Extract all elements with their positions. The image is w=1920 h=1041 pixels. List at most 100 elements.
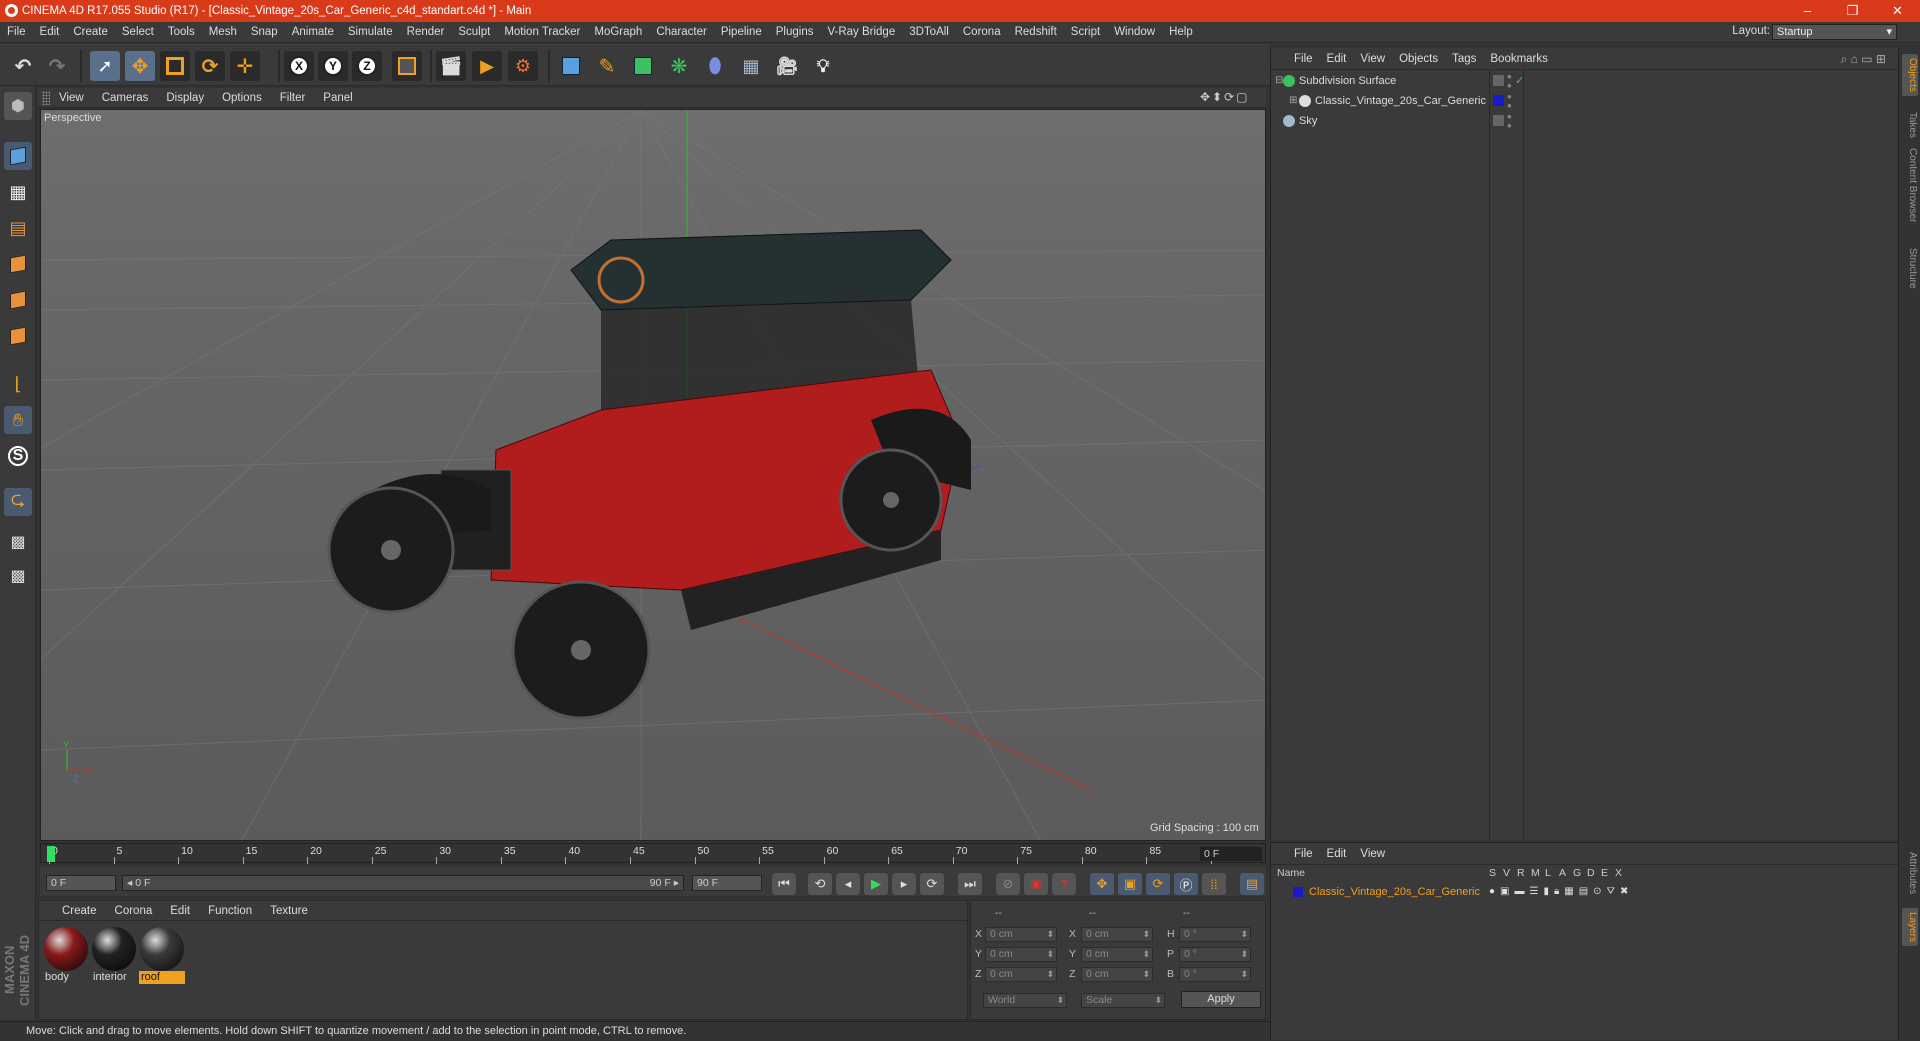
perspective-viewport[interactable]: Y XZ [40,109,1266,841]
material-menu-create[interactable]: Create [53,905,106,917]
frame-range-slider[interactable]: ◂ 0 F 90 F ▸ [122,875,684,891]
object-menu-objects[interactable]: Objects [1392,53,1445,65]
menu-redshift[interactable]: Redshift [1008,26,1064,38]
live-selection-icon[interactable]: ➚ [90,51,120,81]
object-row[interactable]: ⊞ Classic_Vintage_20s_Car_Generic ● ● [1271,92,1899,110]
next-frame-icon[interactable]: ▸ [892,873,916,895]
layer-column-d[interactable]: D [1587,867,1595,879]
side-tab-objects[interactable]: Objects [1902,54,1918,96]
workplane-mode-icon[interactable]: ▤ [4,214,32,242]
object-menu-edit[interactable]: Edit [1320,53,1354,65]
menu-select[interactable]: Select [115,26,161,38]
menu-sculpt[interactable]: Sculpt [451,26,497,38]
object-manager-search-icon[interactable]: ⌕ ⌂ ▭ ⊞ [1841,52,1886,67]
object-menu-file[interactable]: File [1287,53,1320,65]
viewport-menu-display[interactable]: Display [157,92,213,104]
tweak-mode-icon[interactable]: ✋︎ [4,406,32,434]
viewport-menu-options[interactable]: Options [213,92,271,104]
side-tab-attributes[interactable]: Attributes [1902,848,1918,898]
lock-workplane-icon[interactable]: ▩ [4,528,32,556]
menu-pipeline[interactable]: Pipeline [714,26,769,38]
previous-frame-icon[interactable]: ◂ [836,873,860,895]
viewport-nav-icons[interactable]: ✥⬍⟳▢ [1200,90,1250,104]
key-pla-icon[interactable]: ⁞⁞ [1202,873,1226,895]
play-forward-icon[interactable]: ▶ [864,873,888,895]
timeline-window-icon[interactable]: ▤ [1240,873,1264,895]
move-tool-icon[interactable]: ✥ [125,51,155,81]
end-frame-field[interactable]: 90 F [692,875,762,891]
visibility-dots-icon[interactable]: ● ● [1507,112,1512,130]
edges-mode-icon[interactable] [4,286,32,314]
layer-column-x[interactable]: X [1615,867,1622,879]
close-button[interactable]: ✕ [1875,0,1920,22]
material-menu-texture[interactable]: Texture [261,905,317,917]
go-to-start-icon[interactable]: ⏮ [772,873,796,895]
side-tab-layers[interactable]: Layers [1902,908,1918,947]
layer-column-l[interactable]: L [1545,867,1551,879]
menu-motion-tracker[interactable]: Motion Tracker [497,26,587,38]
layer-menu-edit[interactable]: Edit [1320,848,1354,860]
x-axis-lock-icon[interactable]: X [284,51,314,81]
menu-window[interactable]: Window [1107,26,1162,38]
coordinate-system-dropdown[interactable]: World [983,993,1067,1008]
menu-snap[interactable]: Snap [244,26,285,38]
object-menu-view[interactable]: View [1353,53,1392,65]
viewport-grip[interactable] [42,90,50,105]
side-tab-structure[interactable]: Structure [1902,244,1918,293]
viewport-menu-filter[interactable]: Filter [271,92,315,104]
layer-flags-icons[interactable]: ●▣▬☰▮🔒︎▦▤⊙⛛✖︎ [1489,883,1633,901]
timeline-ruler[interactable]: 051015202530354045505560657075808590 [40,843,1266,864]
camera-object-icon[interactable]: 🎥︎ [772,51,802,81]
coord-size-field[interactable]: 0 cm [1081,947,1153,962]
texture-mode-icon[interactable]: ▦ [4,178,32,206]
record-active-objects-icon[interactable]: ◉ [1024,873,1048,895]
deformer-icon[interactable]: ⬮ [700,51,730,81]
expand-toggle-icon[interactable]: ⊞ [1289,92,1297,110]
layer-column-name[interactable]: Name [1277,867,1305,879]
menu-v-ray-bridge[interactable]: V-Ray Bridge [820,26,902,38]
viewport-menu-cameras[interactable]: Cameras [93,92,158,104]
material-swatch[interactable]: interior [91,927,137,985]
autokey-icon[interactable]: ⊘ [996,873,1020,895]
points-mode-icon[interactable] [4,250,32,278]
layer-tag-icon[interactable] [1493,75,1504,86]
layer-column-g[interactable]: G [1573,867,1581,879]
playhead[interactable] [47,846,55,862]
enabled-check-icon[interactable]: ✓ [1515,72,1524,90]
menu-simulate[interactable]: Simulate [341,26,400,38]
menu-character[interactable]: Character [649,26,714,38]
material-swatch[interactable]: body [43,927,89,985]
side-tab-takes[interactable]: Takes [1902,108,1918,142]
floor-object-icon[interactable]: ▦ [736,51,766,81]
visibility-dots-icon[interactable]: ● ● [1507,92,1512,110]
menu-corona[interactable]: Corona [956,26,1008,38]
menu-create[interactable]: Create [66,26,115,38]
apply-button[interactable]: Apply [1181,991,1261,1008]
menu-mograph[interactable]: MoGraph [587,26,649,38]
go-to-end-icon[interactable]: ⏭ [958,873,982,895]
cube-object-icon[interactable] [556,51,586,81]
coord-rot-field[interactable]: 0 ° [1179,947,1251,962]
scale-tool-icon[interactable] [160,51,190,81]
render-settings-icon[interactable]: ⚙ [508,51,538,81]
layout-dropdown[interactable]: Startup [1772,24,1897,40]
polygons-mode-icon[interactable] [4,322,32,350]
layer-column-e[interactable]: E [1601,867,1608,879]
workplane-align-icon[interactable]: ▩ [4,562,32,590]
snap-icon[interactable]: S [4,442,32,470]
layer-column-v[interactable]: V [1503,867,1510,879]
key-position-icon[interactable]: ✥ [1090,873,1114,895]
layer-column-s[interactable]: S [1489,867,1496,879]
pen-spline-icon[interactable]: ✎ [592,51,622,81]
z-axis-lock-icon[interactable]: Z [352,51,382,81]
key-scale-icon[interactable]: ▣ [1118,873,1142,895]
material-menu-edit[interactable]: Edit [161,905,199,917]
maximize-button[interactable]: ❐ [1830,0,1875,22]
transform-tool-icon[interactable]: ✛ [230,51,260,81]
coord-rot-field[interactable]: 0 ° [1179,967,1251,982]
coordinate-system-icon[interactable] [392,51,422,81]
scale-mode-dropdown[interactable]: Scale [1081,993,1165,1008]
menu-animate[interactable]: Animate [285,26,341,38]
menu-script[interactable]: Script [1064,26,1107,38]
object-menu-bookmarks[interactable]: Bookmarks [1483,53,1555,65]
